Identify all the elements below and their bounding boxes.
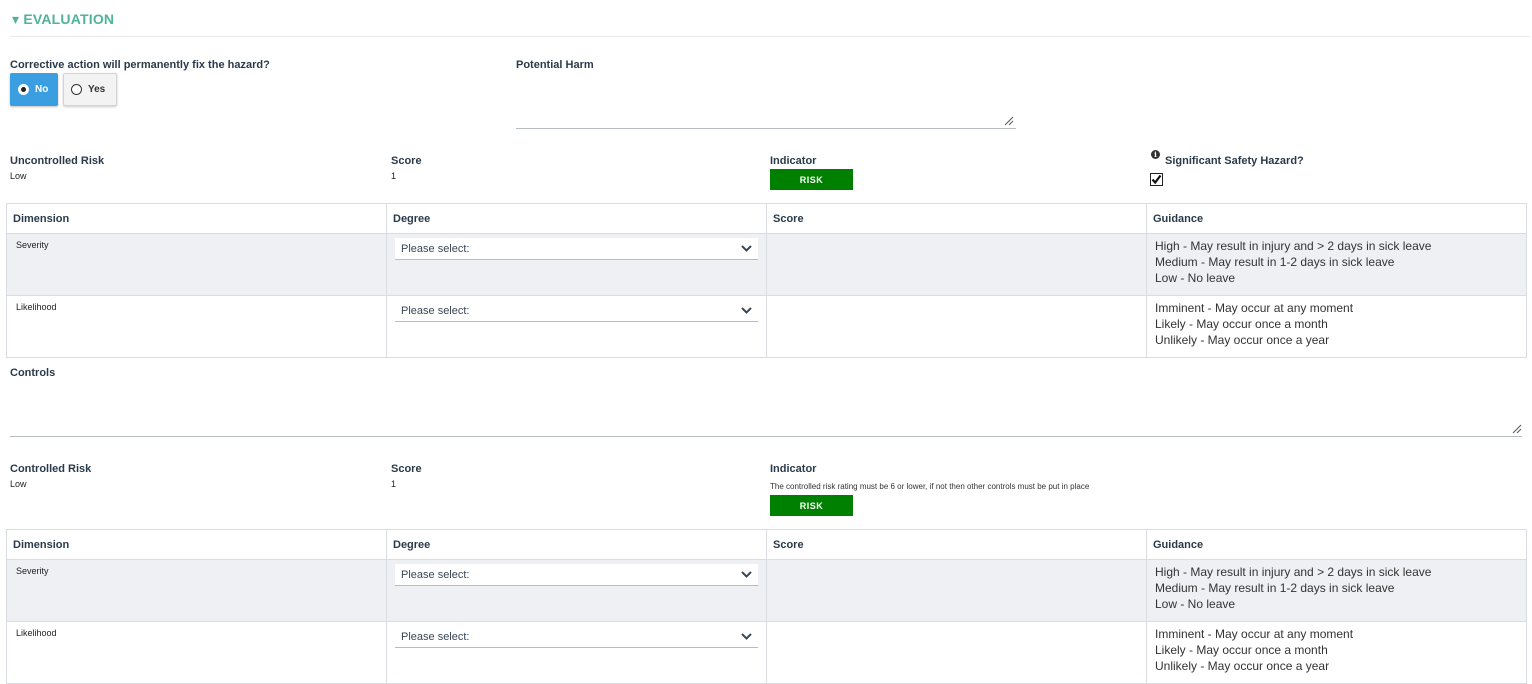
controlled-risk-value: Low [10,479,27,489]
dimension-cell: Likelihood [6,621,387,684]
radio-no-button[interactable]: No [10,73,58,106]
controlled-score-value: 1 [391,479,397,489]
guidance-cell: Imminent - May occur at any moment Likel… [1146,621,1527,684]
uncontrolled-risk-value: Low [10,171,27,181]
guidance-line: Medium - May result in 1-2 days in sick … [1155,255,1395,269]
degree-cell: Please select: [386,559,767,622]
checkmark-icon [1151,174,1162,185]
controls-textarea[interactable] [10,384,1522,436]
guidance-line: Imminent - May occur at any moment [1155,301,1354,315]
potential-harm-textarea[interactable] [516,76,1016,128]
table-row-likelihood: Likelihood Please select: Imminent - May… [6,621,1527,684]
likelihood-degree-select[interactable]: Please select: [395,626,758,648]
significant-hazard-label: Significant Safety Hazard? [1165,155,1304,167]
select-value: Please select: [401,630,470,643]
guidance-line: Low - No leave [1155,597,1236,611]
column-header-score: Score [766,529,1147,560]
uncontrolled-score-label: Score [391,155,422,167]
select-value: Please select: [401,568,470,581]
dimension-cell: Severity [6,233,387,296]
guidance-cell: Imminent - May occur at any moment Likel… [1146,295,1527,358]
guidance-cell: High - May result in injury and > 2 days… [1146,233,1527,296]
significant-hazard-checkbox[interactable] [1150,173,1163,186]
radio-selected-icon [18,84,29,95]
guidance-line: High - May result in injury and > 2 days… [1155,565,1432,579]
degree-cell: Please select: [386,233,767,296]
column-header-dimension: Dimension [6,203,387,234]
column-header-degree: Degree [386,529,767,560]
chevron-down-icon [741,633,752,640]
resize-grip-icon[interactable] [1004,116,1014,126]
guidance-line: Low - No leave [1155,271,1236,285]
guidance-line: Unlikely - May occur once a year [1155,333,1330,347]
degree-cell: Please select: [386,295,767,358]
guidance-line: Imminent - May occur at any moment [1155,627,1354,641]
guidance-line: Medium - May result in 1-2 days in sick … [1155,581,1395,595]
dimension-cell: Severity [6,559,387,622]
dimension-cell: Likelihood [6,295,387,358]
controlled-score-label: Score [391,463,422,475]
score-cell [766,559,1147,622]
table-row-likelihood: Likelihood Please select: Imminent - May… [6,295,1527,358]
uncontrolled-indicator-label: Indicator [770,155,817,167]
radio-yes-label: Yes [88,84,106,95]
potential-harm-label: Potential Harm [516,59,594,71]
controls-label: Controls [10,367,56,379]
table-row-severity: Severity Please select: High - May resul… [6,559,1527,622]
column-header-guidance: Guidance [1146,529,1527,560]
score-cell [766,295,1147,358]
controlled-indicator-note: The controlled risk rating must be 6 or … [770,482,1090,491]
select-value: Please select: [401,242,470,255]
guidance-line: Unlikely - May occur once a year [1155,659,1330,673]
uncontrolled-score-value: 1 [391,171,397,181]
table-row-severity: Severity Please select: High - May resul… [6,233,1527,296]
uncontrolled-risk-label: Uncontrolled Risk [10,155,105,167]
column-header-guidance: Guidance [1146,203,1527,234]
radio-unselected-icon [71,84,82,95]
chevron-down-icon [741,307,752,314]
likelihood-degree-select[interactable]: Please select: [395,300,758,322]
severity-degree-select[interactable]: Please select: [395,564,758,586]
controlled-indicator-label: Indicator [770,463,817,475]
controlled-risk-table: Dimension Degree Score Guidance Severity… [6,529,1527,684]
radio-yes-button[interactable]: Yes [63,73,117,106]
column-header-dimension: Dimension [6,529,387,560]
section-divider [10,36,1530,37]
chevron-down-icon [741,245,752,252]
guidance-line: High - May result in injury and > 2 days… [1155,239,1432,253]
column-header-degree: Degree [386,203,767,234]
select-value: Please select: [401,304,470,317]
controlled-risk-label: Controlled Risk [10,463,92,475]
degree-cell: Please select: [386,621,767,684]
guidance-line: Likely - May occur once a month [1155,317,1328,331]
radio-no-label: No [35,84,49,95]
controls-underline [10,436,1522,437]
uncontrolled-risk-badge: RISK [770,169,853,190]
info-icon[interactable]: i [1151,150,1160,159]
score-cell [766,621,1147,684]
controlled-risk-badge: RISK [770,495,853,516]
resize-grip-icon[interactable] [1512,424,1522,434]
guidance-cell: High - May result in injury and > 2 days… [1146,559,1527,622]
corrective-action-label: Corrective action will permanently fix t… [10,59,270,71]
potential-harm-underline [516,128,1016,129]
guidance-line: Likely - May occur once a month [1155,643,1328,657]
section-title-evaluation[interactable]: ▾ EVALUATION [12,11,114,28]
chevron-down-icon [741,571,752,578]
uncontrolled-risk-table: Dimension Degree Score Guidance Severity… [6,203,1527,358]
severity-degree-select[interactable]: Please select: [395,238,758,260]
column-header-score: Score [766,203,1147,234]
score-cell [766,233,1147,296]
